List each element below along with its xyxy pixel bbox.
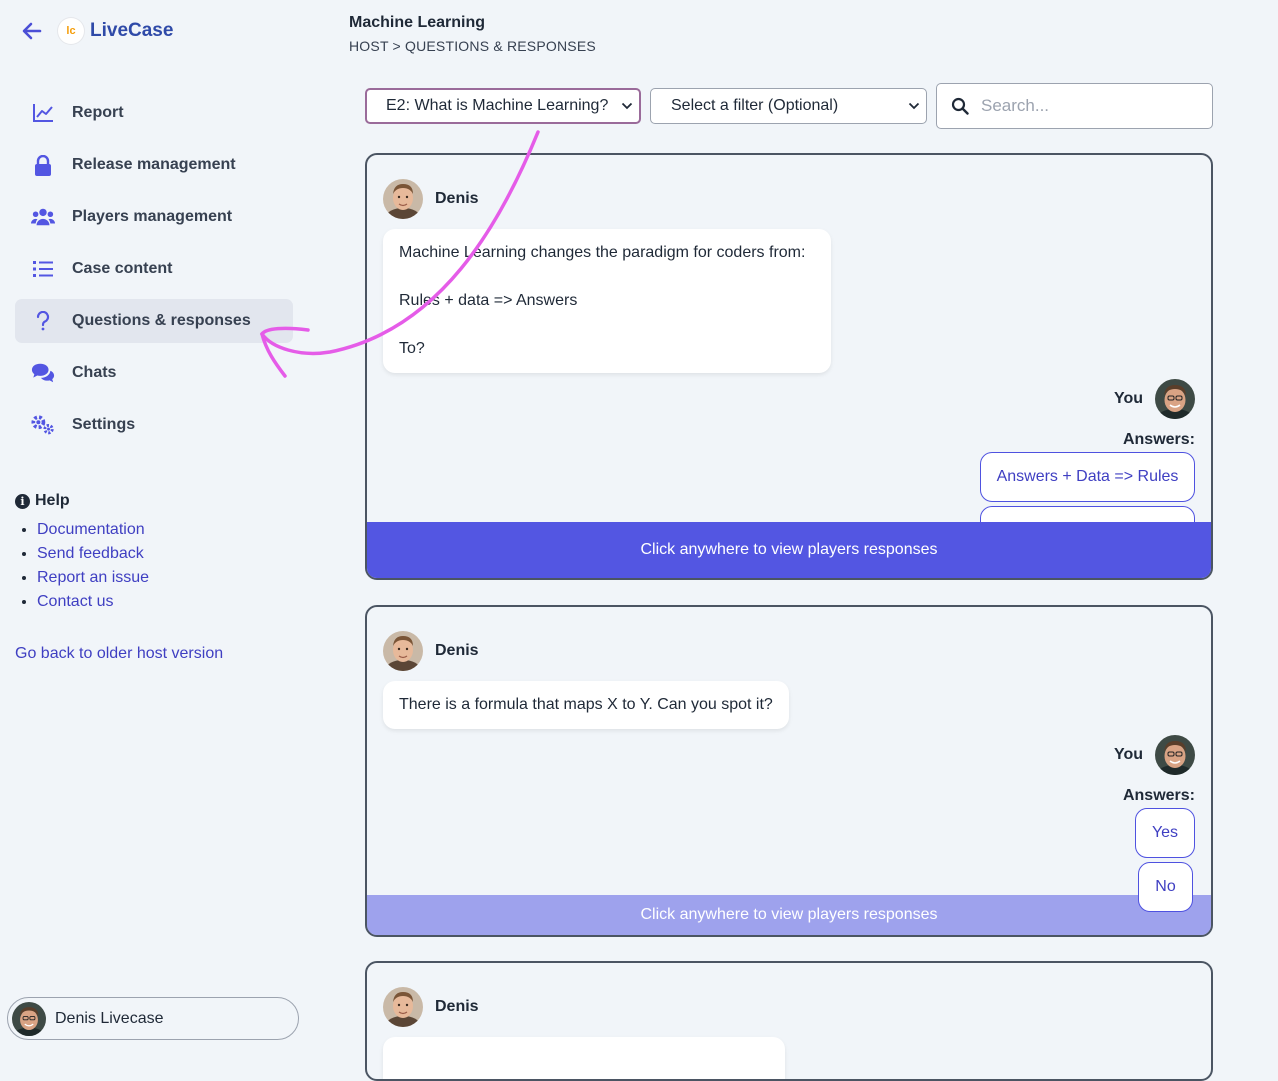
- app-name: LiveCase: [90, 20, 174, 41]
- gears-icon: [31, 413, 55, 437]
- list-item: Report an issue: [37, 566, 149, 590]
- search-icon: [951, 97, 969, 115]
- sidebar-item-label: Report: [72, 104, 124, 121]
- filter-select[interactable]: Select a filter (Optional): [650, 88, 927, 124]
- speaker-name: Denis: [435, 642, 479, 659]
- sidebar-item-report[interactable]: Report: [15, 91, 293, 135]
- documentation-link[interactable]: Documentation: [37, 521, 145, 538]
- speaker: Denis: [383, 987, 479, 1027]
- question-card[interactable]: Denis There is a formula that maps X to …: [365, 605, 1213, 937]
- chevron-down-icon: [908, 102, 920, 110]
- avatar: [12, 1002, 46, 1036]
- sidebar-item-label: Questions & responses: [72, 312, 251, 329]
- older-host-version-link[interactable]: Go back to older host version: [15, 645, 223, 663]
- send-feedback-link[interactable]: Send feedback: [37, 545, 144, 562]
- message-bubble: There is a formula that maps X to Y. Can…: [383, 681, 789, 729]
- sidebar: lc LiveCase Report Release management Pl…: [0, 0, 320, 1048]
- list-item: Send feedback: [37, 542, 149, 566]
- chart-line-icon: [31, 101, 55, 125]
- you-header: You: [1114, 379, 1195, 419]
- avatar: [1155, 379, 1195, 419]
- avatar: [383, 987, 423, 1027]
- sidebar-nav: Report Release management Players manage…: [15, 91, 293, 455]
- avatar: [1155, 735, 1195, 775]
- sidebar-item-label: Case content: [72, 260, 173, 277]
- search-input[interactable]: [979, 95, 1203, 117]
- users-icon: [31, 205, 55, 229]
- breadcrumb: HOST > QUESTIONS & RESPONSES: [349, 38, 596, 54]
- back-arrow-icon[interactable]: [20, 19, 44, 43]
- episode-select[interactable]: E2: What is Machine Learning?: [365, 88, 641, 124]
- sidebar-item-label: Settings: [72, 416, 136, 433]
- answer-option[interactable]: No: [1138, 862, 1193, 912]
- avatar: [383, 179, 423, 219]
- contact-us-link[interactable]: Contact us: [37, 593, 113, 610]
- answer-option[interactable]: Answers + Data => Rules: [980, 452, 1195, 502]
- speaker-name: Denis: [435, 190, 479, 207]
- speaker: Denis: [383, 179, 479, 219]
- answers-label: Answers:: [1122, 787, 1195, 804]
- speaker: Denis: [383, 631, 479, 671]
- you-label: You: [1113, 746, 1143, 763]
- you-label: You: [1113, 390, 1143, 407]
- question-icon: [31, 309, 55, 333]
- sidebar-item-chats[interactable]: Chats: [15, 351, 293, 395]
- help-section: i Help Documentation Send feedback Repor…: [15, 492, 149, 614]
- sidebar-item-label: Release management: [72, 156, 236, 173]
- message-bubble: Machine Learning changes the paradigm fo…: [383, 229, 831, 373]
- sidebar-item-questions-responses[interactable]: Questions & responses: [15, 299, 293, 343]
- list-item: Contact us: [37, 590, 149, 614]
- message-line: Machine Learning changes the paradigm fo…: [399, 244, 806, 261]
- sidebar-item-label: Chats: [72, 364, 117, 381]
- livecase-logo: lc: [58, 18, 84, 44]
- you-header: You: [1114, 735, 1195, 775]
- message-bubble: [383, 1037, 785, 1079]
- sidebar-item-players-management[interactable]: Players management: [15, 195, 293, 239]
- sidebar-item-label: Players management: [72, 208, 233, 225]
- avatar: [383, 631, 423, 671]
- view-responses-bar[interactable]: Click anywhere to view players responses: [367, 895, 1211, 935]
- list-icon: [31, 257, 55, 281]
- speaker-name: Denis: [435, 998, 479, 1015]
- sidebar-item-release-management[interactable]: Release management: [15, 143, 293, 187]
- filter-select-value: Select a filter (Optional): [671, 97, 839, 114]
- help-title-text: Help: [35, 492, 70, 509]
- info-icon: i: [15, 493, 30, 509]
- page-title: Machine Learning: [349, 14, 486, 31]
- user-menu-button[interactable]: Denis Livecase: [7, 997, 299, 1040]
- lock-icon: [31, 153, 55, 177]
- list-item: Documentation: [37, 518, 149, 542]
- sidebar-item-settings[interactable]: Settings: [15, 403, 293, 447]
- help-links: Documentation Send feedback Report an is…: [15, 518, 149, 614]
- search-box: [936, 83, 1213, 129]
- question-card[interactable]: Denis Machine Learning changes the parad…: [365, 153, 1213, 580]
- view-responses-bar[interactable]: Click anywhere to view players responses: [367, 522, 1211, 578]
- question-card[interactable]: Denis: [365, 961, 1213, 1081]
- answer-option[interactable]: Yes: [1135, 808, 1195, 858]
- message-line: Rules + data => Answers: [399, 292, 578, 309]
- user-name: Denis Livecase: [55, 1009, 164, 1027]
- answers-label: Answers:: [1122, 431, 1195, 448]
- help-title: i Help: [15, 492, 149, 510]
- episode-select-value: E2: What is Machine Learning?: [386, 97, 609, 114]
- message-line: To?: [399, 340, 425, 357]
- comments-icon: [31, 361, 55, 385]
- brand: lc LiveCase: [20, 16, 173, 46]
- message-line: There is a formula that maps X to Y. Can…: [399, 696, 773, 713]
- chevron-down-icon: [621, 102, 633, 110]
- sidebar-item-case-content[interactable]: Case content: [15, 247, 293, 291]
- report-issue-link[interactable]: Report an issue: [37, 569, 149, 586]
